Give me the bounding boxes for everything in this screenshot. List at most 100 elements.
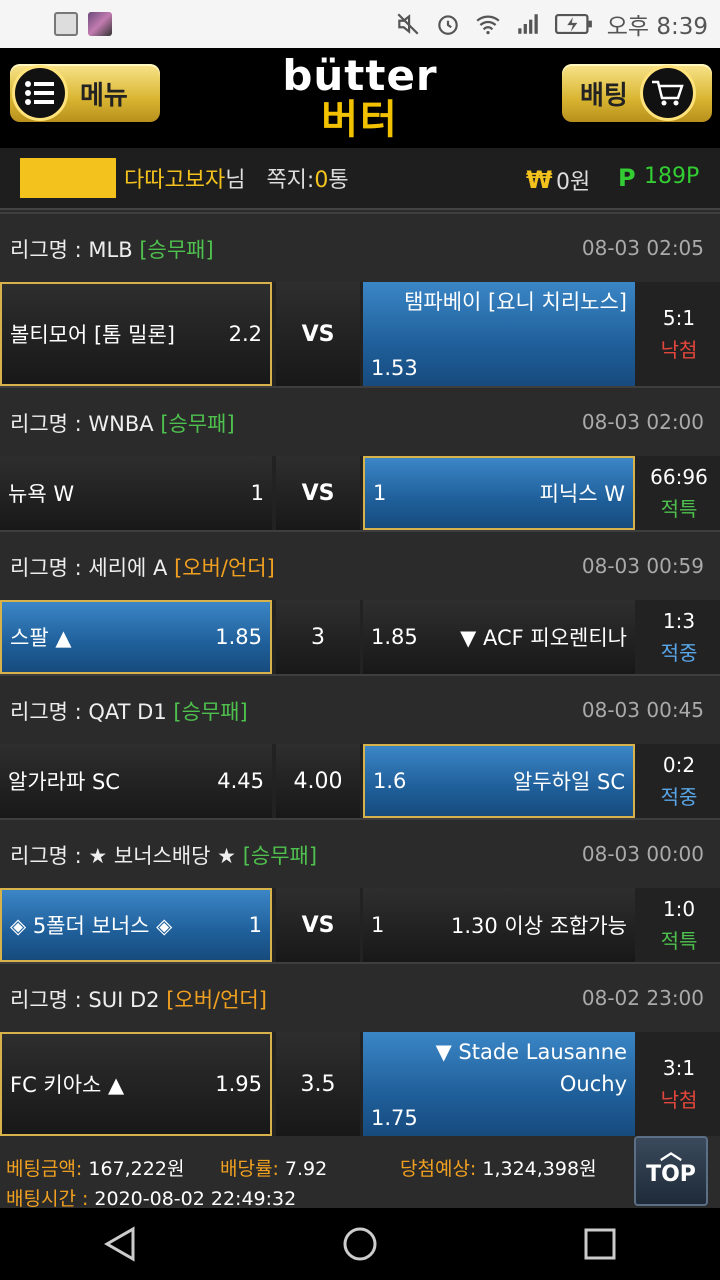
away-team-cell-selected[interactable]: 1.6 알두하일 SC xyxy=(363,744,635,818)
match-row: FC 키아소 ▲ 1.95 3.5 ▼ Stade Lausanne Ouchy … xyxy=(0,1032,720,1136)
away-team: ▼ Stade Lausanne Ouchy xyxy=(435,1040,627,1096)
betting-cart-button[interactable]: 배팅 xyxy=(562,64,712,122)
match-score: 1:0 xyxy=(662,896,696,921)
expected-win: 1,324,398원 xyxy=(482,1158,597,1180)
away-team-cell-selected[interactable]: ▼ Stade Lausanne Ouchy 1.75 xyxy=(363,1032,635,1136)
match-time: 08-03 00:45 xyxy=(581,698,704,722)
bet-summary: 베팅금액: 167,222원 배당률: 7.92 당첨예상: 1,324,398… xyxy=(0,1148,720,1210)
user-info-bar: 다따고보자님 쪽지:0통 ₩ 0원 P 189P xyxy=(0,148,720,210)
home-team-cell-selected[interactable]: ◈ 5폴더 보너스 ◈ 1 xyxy=(0,888,272,962)
vs-cell: VS xyxy=(276,456,360,530)
match-row: 볼티모어 [톰 밀론] 2.2 VS 탬파베이 [요니 치리노스] 1.53 5:… xyxy=(0,282,720,386)
league-name: 리그명 : WNBA xyxy=(10,412,154,436)
away-team-cell-selected[interactable]: 1 피닉스 W xyxy=(363,456,635,530)
logo-english: bütter xyxy=(282,51,438,100)
user-points: 189P xyxy=(644,164,700,189)
match-time: 08-03 00:00 xyxy=(581,842,704,866)
message-count: 0 xyxy=(314,168,329,193)
league-name: 리그명 : ★ 보너스배당 ★ xyxy=(10,844,236,868)
league-header: 리그명 : WNBA [승무패] 08-03 02:00 xyxy=(0,386,720,456)
bet-amount: 167,222원 xyxy=(88,1158,185,1180)
league-name: 리그명 : QAT D1 xyxy=(10,700,167,724)
home-team-cell[interactable]: FC 키아소 ▲ 1.95 xyxy=(0,1032,272,1136)
result-status: 적중 xyxy=(660,784,698,809)
message-link[interactable]: 쪽지:0통 xyxy=(266,168,348,193)
bet-label: 배팅 xyxy=(580,80,628,111)
recent-apps-icon[interactable] xyxy=(580,1224,620,1264)
away-team: 알두하일 SC xyxy=(513,770,625,794)
expected-win-label: 당첨예상: xyxy=(400,1158,477,1180)
logo-korean: 버터 xyxy=(321,97,399,143)
away-odds: 1.6 xyxy=(373,769,407,793)
match-score: 3:1 xyxy=(662,1055,696,1080)
league-header: 리그명 : 세리에 A [오버/언더] 08-03 00:59 xyxy=(0,530,720,600)
menu-button[interactable]: 메뉴 xyxy=(10,64,160,122)
bet-type: [승무패] xyxy=(242,844,318,868)
mute-icon xyxy=(397,13,419,35)
home-team: 볼티모어 [톰 밀론] xyxy=(10,323,175,347)
alarm-icon xyxy=(437,15,458,35)
status-bar: 오후 8:39 xyxy=(0,0,720,48)
home-team-cell[interactable]: 뉴욕 W 1 xyxy=(0,456,272,530)
top-label: TOP xyxy=(646,1162,696,1187)
league-header: 리그명 : SUI D2 [오버/언더] 08-02 23:00 xyxy=(0,962,720,1032)
user-greeting: 다따고보자님 쪽지:0통 xyxy=(124,162,349,194)
home-odds: 2.2 xyxy=(228,322,262,346)
home-odds: 1.85 xyxy=(215,625,262,649)
home-team: 알가라파 SC xyxy=(8,770,120,794)
match-time: 08-03 00:59 xyxy=(581,554,704,578)
bet-type: [승무패] xyxy=(160,412,235,436)
away-team: 탬파베이 [요니 치리노스] xyxy=(404,290,627,314)
logo[interactable]: bütter 버터 xyxy=(272,54,448,144)
chevron-up-icon: ︿ xyxy=(659,1140,682,1165)
signal-icon xyxy=(517,14,538,34)
away-team: 피닉스 W xyxy=(539,482,625,506)
away-team: ▼ ACF 피오렌티나 xyxy=(460,626,627,650)
message-label: 쪽지: xyxy=(266,168,315,193)
match-time: 08-02 23:00 xyxy=(581,986,704,1010)
league-header: 리그명 : QAT D1 [승무패] 08-03 00:45 xyxy=(0,674,720,744)
home-team-cell[interactable]: 볼티모어 [톰 밀론] 2.2 xyxy=(0,282,272,386)
bet-time-label: 배팅시간 : xyxy=(6,1188,89,1210)
result-status: 적중 xyxy=(660,640,698,665)
odds-rate-label: 배당률: xyxy=(220,1158,279,1180)
home-odds: 4.45 xyxy=(217,769,264,793)
bet-history-list: 리그명 : MLB [승무패] 08-03 02:05 볼티모어 [톰 밀론] 2… xyxy=(0,212,720,1136)
bet-time: 2020-08-02 22:49:32 xyxy=(94,1188,297,1210)
match-result: 1:0 적특 xyxy=(638,888,720,962)
menu-icon xyxy=(12,65,68,121)
draw-cell[interactable]: 4.00 xyxy=(276,744,360,818)
away-team-cell[interactable]: 1 1.30 이상 조합가능 xyxy=(363,888,635,962)
league-header: 리그명 : MLB [승무패] 08-03 02:05 xyxy=(0,212,720,282)
match-row: 알가라파 SC 4.45 4.00 1.6 알두하일 SC 0:2 적중 xyxy=(0,744,720,818)
bet-type: [승무패] xyxy=(139,238,214,262)
bet-type: [오버/언더] xyxy=(166,988,267,1012)
wifi-icon xyxy=(476,15,500,35)
home-odds: 1 xyxy=(248,913,262,937)
league-name: 리그명 : 세리에 A xyxy=(10,556,168,580)
home-icon[interactable] xyxy=(340,1224,380,1264)
league-header: 리그명 : ★ 보너스배당 ★ [승무패] 08-03 00:00 xyxy=(0,818,720,888)
match-result: 0:2 적중 xyxy=(638,744,720,818)
match-time: 08-03 02:00 xyxy=(581,410,704,434)
result-status: 적특 xyxy=(660,928,698,953)
home-team-cell[interactable]: 알가라파 SC 4.45 xyxy=(0,744,272,818)
away-team-cell[interactable]: 1.85 ▼ ACF 피오렌티나 xyxy=(363,600,635,674)
away-odds: 1 xyxy=(371,913,385,937)
match-row: 뉴욕 W 1 VS 1 피닉스 W 66:96 적특 xyxy=(0,456,720,530)
level-badge xyxy=(20,158,116,198)
away-team-cell-selected[interactable]: 탬파베이 [요니 치리노스] 1.53 xyxy=(363,282,635,386)
bet-type: [오버/언더] xyxy=(174,556,275,580)
home-team: 스팔 ▲ xyxy=(10,626,72,650)
scroll-top-button[interactable]: ︿ TOP xyxy=(634,1136,708,1206)
user-balance: 0원 xyxy=(556,170,591,195)
home-odds: 1 xyxy=(250,481,264,505)
away-odds: 1 xyxy=(373,481,387,505)
back-icon[interactable] xyxy=(100,1224,140,1264)
result-status: 낙첨 xyxy=(660,1087,698,1112)
message-unit: 통 xyxy=(328,168,349,193)
home-team-cell-selected[interactable]: 스팔 ▲ 1.85 xyxy=(0,600,272,674)
odds-rate: 7.92 xyxy=(284,1158,328,1180)
match-result: 1:3 적중 xyxy=(638,600,720,674)
away-odds: 1.85 xyxy=(371,625,418,649)
